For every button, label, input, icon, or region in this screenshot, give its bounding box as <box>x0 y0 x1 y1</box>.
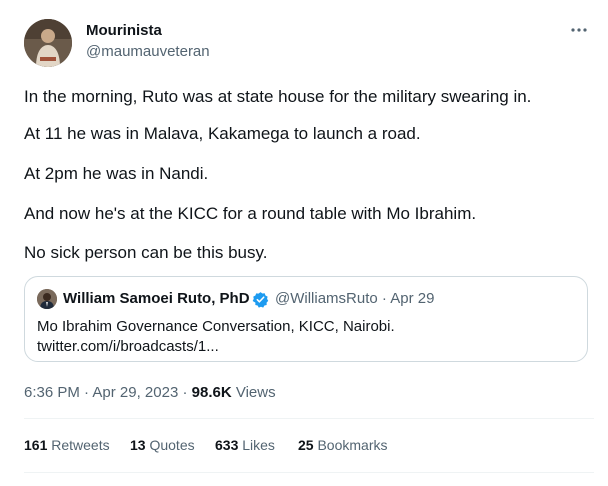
quoted-link: twitter.com/i/broadcasts/1... <box>37 338 219 355</box>
tweet-text-line-5: No sick person can be this busy. <box>24 243 268 262</box>
verified-badge-icon <box>252 291 269 308</box>
tweet-text-line-3: At 2pm he was in Nandi. <box>24 164 209 183</box>
quoted-date: Apr 29 <box>390 290 435 307</box>
quoted-avatar-image <box>37 289 57 309</box>
views-count: 98.6K <box>191 384 232 401</box>
more-dots-icon <box>571 28 587 32</box>
tweet-text-line-2: At 11 he was in Malava, Kakamega to laun… <box>24 124 421 143</box>
quotes-count: 13 <box>130 437 146 453</box>
meta-separator: · <box>84 384 90 401</box>
tweet-date[interactable]: Apr 29, 2023 <box>92 384 178 401</box>
retweets-label: Retweets <box>51 437 110 453</box>
quoted-handle-line: @WilliamsRuto · Apr 29 <box>275 290 434 307</box>
quotes-stat[interactable]: 13 Quotes <box>130 437 195 453</box>
divider-bottom <box>24 472 594 473</box>
retweets-count: 161 <box>24 437 48 453</box>
tweet-text-line-1: In the morning, Ruto was at state house … <box>24 87 532 106</box>
tweet-time[interactable]: 6:36 PM <box>24 384 80 401</box>
retweets-stat[interactable]: 161 Retweets <box>24 437 110 453</box>
tweet-meta: 6:36 PM · Apr 29, 2023 · 98.6K Views <box>24 384 276 401</box>
avatar[interactable] <box>24 19 72 67</box>
quoted-text: Mo Ibrahim Governance Conversation, KICC… <box>37 318 395 335</box>
author-handle[interactable]: @maumauveteran <box>86 43 210 60</box>
meta-separator-2: · <box>182 384 188 401</box>
divider <box>24 418 594 419</box>
quoted-author-name: William Samoei Ruto, PhD <box>63 290 250 307</box>
bookmarks-count: 25 <box>298 437 314 453</box>
tweet-text-line-4: And now he's at the KICC for a round tab… <box>24 204 477 223</box>
bookmarks-stat[interactable]: 25 Bookmarks <box>298 437 388 453</box>
more-options-button[interactable] <box>568 22 590 38</box>
likes-stat[interactable]: 633 Likes <box>215 437 275 453</box>
quotes-label: Quotes <box>149 437 195 453</box>
avatar-image <box>24 19 72 67</box>
tweet: Mourinista @maumauveteran In the morning… <box>0 0 608 486</box>
likes-count: 633 <box>215 437 239 453</box>
quoted-avatar <box>37 289 57 309</box>
quoted-tweet[interactable]: William Samoei Ruto, PhD @WilliamsRuto ·… <box>24 276 588 362</box>
views-label: Views <box>235 384 276 401</box>
author-name[interactable]: Mourinista <box>86 22 162 39</box>
bookmarks-label: Bookmarks <box>317 437 388 453</box>
quoted-handle: @WilliamsRuto <box>275 290 378 307</box>
likes-label: Likes <box>242 437 275 453</box>
quoted-separator: · <box>381 290 387 307</box>
